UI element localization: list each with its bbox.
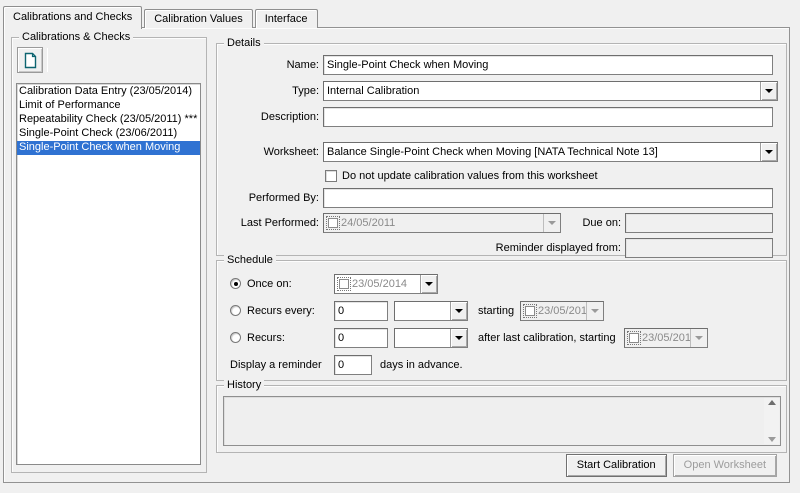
date-checkbox (629, 333, 639, 343)
once-on-radio[interactable] (230, 278, 241, 289)
recurs-unit-select[interactable] (394, 328, 468, 348)
history-title: History (224, 379, 264, 391)
recurs-every-start-date: 23/05/2011 (538, 302, 586, 320)
date-checkbox-focus (523, 304, 537, 318)
action-button-row: Start Calibration Open Worksheet (566, 454, 777, 477)
history-panel: History (216, 385, 787, 453)
recurs-start-date: 23/05/2011 (642, 329, 690, 347)
reminder-after-label: days in advance. (380, 355, 463, 375)
last-performed-datepicker: 24/05/2011 (323, 213, 561, 233)
list-item-selected[interactable]: Single-Point Check when Moving (17, 141, 200, 155)
name-input[interactable]: Single-Point Check when Moving (323, 55, 773, 75)
recurs-every-start-datepicker: 23/05/2011 (520, 301, 604, 321)
type-value: Internal Calibration (324, 82, 760, 100)
calibrations-checks-panel: Calibrations & Checks Calibration Data E… (11, 37, 207, 473)
date-checkbox[interactable] (339, 279, 349, 289)
performed-by-label: Performed By: (219, 188, 319, 208)
no-update-checkbox-row: Do not update calibration values from th… (325, 166, 598, 186)
open-worksheet-button: Open Worksheet (673, 454, 777, 477)
list-item[interactable]: Repeatability Check (23/05/2011) *** (17, 113, 200, 127)
once-on-label: Once on: (247, 274, 292, 294)
due-on-label: Due on: (567, 213, 621, 233)
performed-by-input[interactable] (323, 188, 773, 208)
reminder-from-label: Reminder displayed from: (219, 238, 621, 258)
no-update-checkbox[interactable] (325, 170, 337, 182)
worksheet-label: Worksheet: (219, 142, 319, 162)
date-checkbox (328, 218, 338, 228)
calibrations-list[interactable]: Calibration Data Entry (23/05/2014) Limi… (16, 83, 201, 465)
tab-calibrations-and-checks[interactable]: Calibrations and Checks (3, 6, 142, 29)
tab-bar: Calibrations and Checks Calibration Valu… (3, 4, 320, 28)
start-calibration-button[interactable]: Start Calibration (566, 454, 667, 477)
once-on-date: 23/05/2014 (352, 275, 420, 293)
history-scrollbar[interactable] (764, 398, 779, 444)
description-label: Description: (219, 107, 319, 127)
type-label: Type: (219, 81, 319, 101)
type-select[interactable]: Internal Calibration (323, 81, 778, 101)
new-document-icon (23, 52, 38, 69)
toolbar-separator (47, 48, 48, 72)
reminder-from-input (625, 238, 773, 258)
new-calibration-button[interactable] (17, 47, 43, 73)
chevron-down-icon[interactable] (760, 143, 777, 161)
chevron-down-icon (586, 302, 603, 320)
date-checkbox (525, 306, 535, 316)
schedule-title: Schedule (224, 254, 276, 266)
once-on-datepicker[interactable]: 23/05/2014 (334, 274, 438, 294)
recurs-start-datepicker: 23/05/2011 (624, 328, 708, 348)
recurs-unit-value (395, 329, 450, 347)
recurs-label: Recurs: (247, 328, 285, 348)
recurs-every-radio[interactable] (230, 305, 241, 316)
scroll-up-icon[interactable] (768, 400, 776, 405)
reminder-days-input[interactable]: 0 (334, 355, 372, 375)
recurs-every-unit-value (395, 302, 450, 320)
calibrations-checks-title: Calibrations & Checks (19, 31, 133, 43)
worksheet-value: Balance Single-Point Check when Moving [… (324, 143, 760, 161)
chevron-down-icon (543, 214, 560, 232)
last-performed-value: 24/05/2011 (341, 214, 543, 232)
list-item[interactable]: Calibration Data Entry (23/05/2014) (17, 85, 200, 99)
date-checkbox-focus (627, 331, 641, 345)
tab-interface[interactable]: Interface (255, 9, 318, 28)
details-panel: Details Name: Single-Point Check when Mo… (216, 43, 787, 256)
after-last-calibration-label: after last calibration, starting (478, 328, 616, 348)
recurs-count-input[interactable]: 0 (334, 328, 388, 348)
chevron-down-icon[interactable] (450, 302, 467, 320)
details-title: Details (224, 37, 264, 49)
name-label: Name: (219, 55, 319, 75)
no-update-checkbox-label: Do not update calibration values from th… (342, 166, 598, 186)
due-on-input (625, 213, 773, 233)
list-item[interactable]: Single-Point Check (23/06/2011) (17, 127, 200, 141)
history-textarea (223, 396, 781, 446)
tab-calibration-values[interactable]: Calibration Values (144, 9, 252, 28)
chevron-down-icon[interactable] (450, 329, 467, 347)
recurs-every-unit-select[interactable] (394, 301, 468, 321)
worksheet-select[interactable]: Balance Single-Point Check when Moving [… (323, 142, 778, 162)
recurs-every-label: Recurs every: (247, 301, 315, 321)
description-input[interactable] (323, 107, 773, 127)
chevron-down-icon[interactable] (760, 82, 777, 100)
list-item[interactable]: Limit of Performance (17, 99, 200, 113)
date-checkbox-focus (337, 277, 351, 291)
recurs-every-count-input[interactable]: 0 (334, 301, 388, 321)
chevron-down-icon[interactable] (420, 275, 437, 293)
last-performed-label: Last Performed: (219, 213, 319, 233)
reminder-before-label: Display a reminder (230, 355, 322, 375)
tab-page: Calibrations & Checks Calibration Data E… (3, 27, 790, 483)
starting-label: starting (478, 301, 514, 321)
schedule-panel: Schedule Once on: 23/05/2014 Recurs ever… (216, 260, 787, 381)
date-checkbox-focus (326, 216, 340, 230)
recurs-radio[interactable] (230, 332, 241, 343)
scroll-down-icon[interactable] (768, 437, 776, 442)
chevron-down-icon (690, 329, 707, 347)
calibration-window: { "tabs": { "items": [ { "label": "Calib… (0, 0, 800, 493)
